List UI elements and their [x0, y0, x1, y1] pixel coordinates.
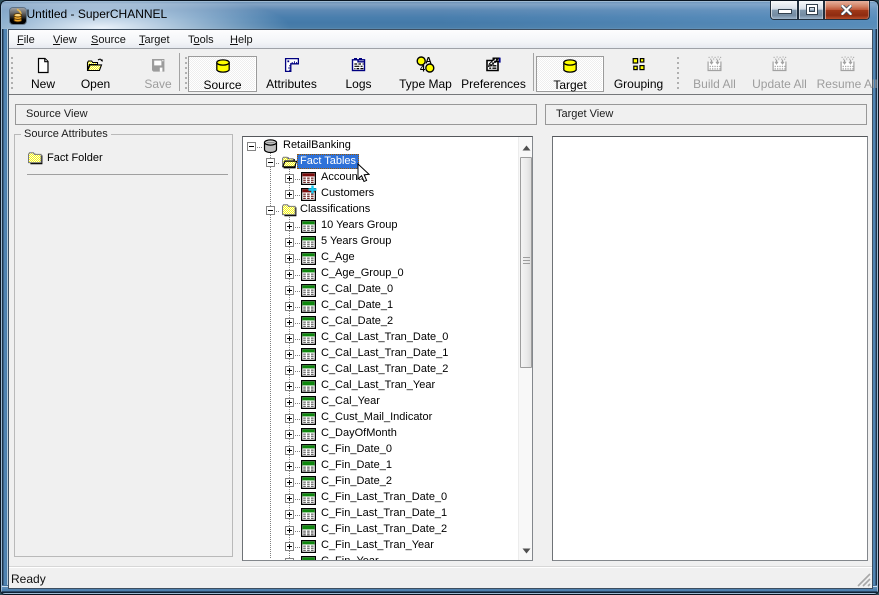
svg-text:A: A	[425, 56, 432, 65]
svg-text:4: 4	[420, 64, 425, 73]
